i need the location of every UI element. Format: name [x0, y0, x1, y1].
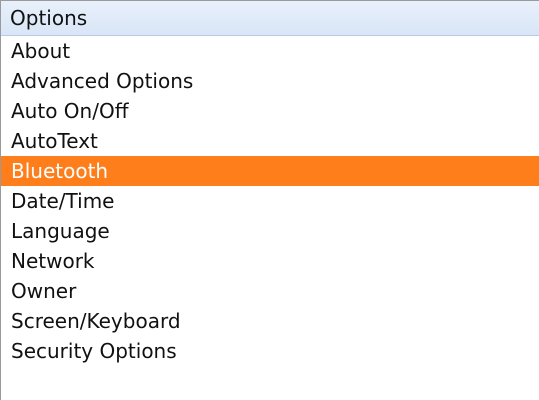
option-item-network[interactable]: Network — [1, 246, 539, 276]
options-list: About Advanced Options Auto On/Off AutoT… — [1, 36, 539, 366]
page-title: Options — [1, 1, 539, 36]
option-item-security-options[interactable]: Security Options — [1, 336, 539, 366]
option-item-screen-keyboard[interactable]: Screen/Keyboard — [1, 306, 539, 336]
option-item-bluetooth[interactable]: Bluetooth — [1, 156, 539, 186]
option-item-date-time[interactable]: Date/Time — [1, 186, 539, 216]
option-item-language[interactable]: Language — [1, 216, 539, 246]
option-item-autotext[interactable]: AutoText — [1, 126, 539, 156]
option-item-auto-on-off[interactable]: Auto On/Off — [1, 96, 539, 126]
option-item-advanced-options[interactable]: Advanced Options — [1, 66, 539, 96]
option-item-about[interactable]: About — [1, 36, 539, 66]
options-screen: Options About Advanced Options Auto On/O… — [0, 0, 539, 400]
option-item-owner[interactable]: Owner — [1, 276, 539, 306]
